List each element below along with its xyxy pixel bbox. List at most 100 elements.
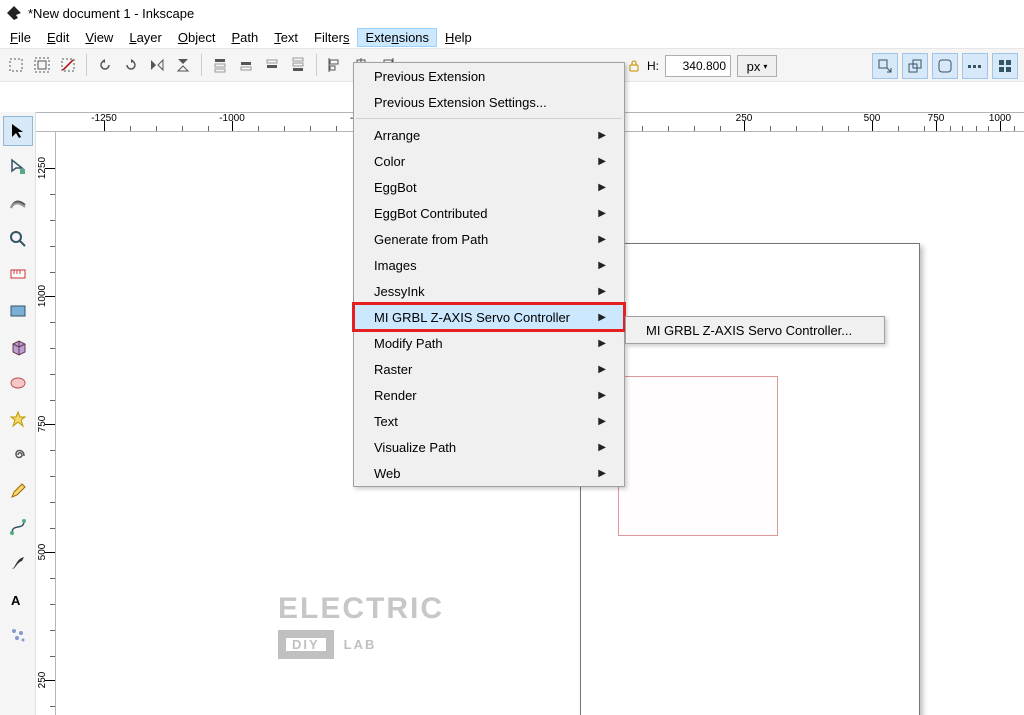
menuitem-previous-extension-settings[interactable]: Previous Extension Settings... — [354, 89, 624, 115]
submenu-arrow-icon: ▶ — [598, 286, 606, 297]
menuitem-visualize-path[interactable]: Visualize Path▶ — [354, 434, 624, 460]
menuitem-generate-from-path[interactable]: Generate from Path ▶ — [354, 226, 624, 252]
node-tool-icon[interactable] — [3, 152, 33, 182]
menuitem-previous-extension[interactable]: Previous Extension — [354, 63, 624, 89]
watermark: ELECTRIC DIYLAB — [278, 594, 444, 659]
rotate-cw-icon[interactable] — [119, 53, 143, 77]
zoom-tool-icon[interactable] — [3, 224, 33, 254]
unit-select[interactable]: px▾ — [737, 55, 777, 77]
menu-help[interactable]: Help — [437, 28, 480, 47]
spiral-tool-icon[interactable] — [3, 440, 33, 470]
menuitem-modify-path-label: Modify Path — [374, 336, 443, 351]
select-all-icon[interactable] — [30, 53, 54, 77]
ruler-label: 750 — [928, 113, 945, 124]
height-input[interactable] — [665, 55, 731, 77]
submenu-arrow-icon: ▶ — [598, 390, 606, 401]
menuitem-eggbot-contributed-label: EggBot Contributed — [374, 206, 487, 221]
submenu-arrow-icon: ▶ — [598, 338, 606, 349]
affect-pattern-icon[interactable] — [992, 53, 1018, 79]
menuitem-images-label: Images — [374, 258, 417, 273]
lower-icon[interactable] — [260, 53, 284, 77]
menuitem-images[interactable]: Images▶ — [354, 252, 624, 278]
ellipse-tool-icon[interactable] — [3, 368, 33, 398]
menubar: FileEditViewLayerObjectPathTextFiltersEx… — [0, 26, 1024, 48]
pencil-tool-icon[interactable] — [3, 476, 33, 506]
spray-tool-icon[interactable] — [3, 620, 33, 650]
menuitem-web[interactable]: Web▶ — [354, 460, 624, 486]
menu-text[interactable]: Text — [266, 28, 306, 47]
lock-icon[interactable] — [627, 59, 641, 73]
menu-separator — [356, 118, 622, 119]
menuitem-text[interactable]: Text▶ — [354, 408, 624, 434]
ruler-label: 500 — [864, 113, 881, 124]
menu-object[interactable]: Object — [170, 28, 224, 47]
menuitem-generate-from-path-label: Generate from Path — [374, 232, 488, 247]
lower-to-bottom-icon[interactable] — [286, 53, 310, 77]
flip-horizontal-icon[interactable] — [145, 53, 169, 77]
bezier-tool-icon[interactable] — [3, 512, 33, 542]
drawn-rectangle[interactable] — [618, 376, 778, 536]
ruler-label: -1250 — [91, 113, 117, 124]
menuitem-modify-path[interactable]: Modify Path ▶ — [354, 330, 624, 356]
rectangle-tool-icon[interactable] — [3, 296, 33, 326]
affect-corners-icon[interactable] — [932, 53, 958, 79]
menu-view[interactable]: View — [77, 28, 121, 47]
measure-tool-icon[interactable] — [3, 260, 33, 290]
affect-gradient-icon[interactable] — [962, 53, 988, 79]
menu-filters[interactable]: Filters — [306, 28, 357, 47]
affect-scale-icon[interactable] — [902, 53, 928, 79]
menuitem-previous-extension-label: Previous Extension — [374, 69, 485, 84]
menuitem-color-label: Color — [374, 154, 405, 169]
inkscape-logo-icon — [6, 5, 22, 21]
ruler-label: 1250 — [37, 157, 48, 179]
separator — [316, 54, 317, 76]
submenu-arrow-icon: ▶ — [598, 364, 606, 375]
menuitem-raster-label: Raster — [374, 362, 412, 377]
menu-layer[interactable]: Layer — [121, 28, 170, 47]
submenu-arrow-icon: ▶ — [598, 442, 606, 453]
raise-icon[interactable] — [234, 53, 258, 77]
menuitem-mi-grbl-z-axis-servo-controller[interactable]: MI GRBL Z-AXIS Servo Controller▶ — [354, 304, 624, 330]
3dbox-tool-icon[interactable] — [3, 332, 33, 362]
menuitem-color[interactable]: Color ▶ — [354, 148, 624, 174]
window-title: *New document 1 - Inkscape — [28, 6, 194, 21]
menuitem-web-label: Web — [374, 466, 401, 481]
selector-tool-icon[interactable] — [3, 116, 33, 146]
menuitem-jessyink-label: JessyInk — [374, 284, 425, 299]
menuitem-arrange[interactable]: Arrange▶ — [354, 122, 624, 148]
text-tool-icon[interactable]: A — [3, 584, 33, 614]
submenu-item-label: MI GRBL Z-AXIS Servo Controller... — [646, 323, 852, 338]
titlebar: *New document 1 - Inkscape — [0, 0, 1024, 26]
menu-file[interactable]: File — [2, 28, 39, 47]
align-left-icon[interactable] — [323, 53, 347, 77]
submenu-arrow-icon: ▶ — [598, 234, 606, 245]
calligraphy-tool-icon[interactable] — [3, 548, 33, 578]
menu-edit[interactable]: Edit — [39, 28, 77, 47]
submenu-arrow-icon: ▶ — [598, 416, 606, 427]
affect-move-icon[interactable] — [872, 53, 898, 79]
submenu-arrow-icon: ▶ — [598, 182, 606, 193]
menu-path[interactable]: Path — [223, 28, 266, 47]
deselect-icon[interactable] — [56, 53, 80, 77]
menuitem-render[interactable]: Render▶ — [354, 382, 624, 408]
star-tool-icon[interactable] — [3, 404, 33, 434]
menuitem-previous-extension-settings-label: Previous Extension Settings... — [374, 95, 547, 110]
submenu-item-migrbl[interactable]: MI GRBL Z-AXIS Servo Controller... — [626, 317, 884, 343]
selection-tool-opts-icon[interactable] — [4, 53, 28, 77]
menuitem-eggbot[interactable]: EggBot▶ — [354, 174, 624, 200]
ruler-label: 250 — [37, 672, 48, 689]
menuitem-raster[interactable]: Raster ▶ — [354, 356, 624, 382]
ruler-label: 1000 — [37, 285, 48, 307]
flip-vertical-icon[interactable] — [171, 53, 195, 77]
separator — [86, 54, 87, 76]
ruler-label: 750 — [37, 416, 48, 433]
raise-to-top-icon[interactable] — [208, 53, 232, 77]
menuitem-eggbot-contributed[interactable]: EggBot Contributed▶ — [354, 200, 624, 226]
menu-extensions[interactable]: Extensions — [357, 28, 437, 47]
extensions-menu: Previous Extension Previous Extension Set… — [353, 62, 625, 487]
menuitem-jessyink[interactable]: JessyInk ▶ — [354, 278, 624, 304]
vertical-ruler: 12501000750500250 — [36, 132, 56, 715]
tweak-tool-icon[interactable] — [3, 188, 33, 218]
rotate-ccw-icon[interactable] — [93, 53, 117, 77]
submenu-arrow-icon: ▶ — [598, 156, 606, 167]
